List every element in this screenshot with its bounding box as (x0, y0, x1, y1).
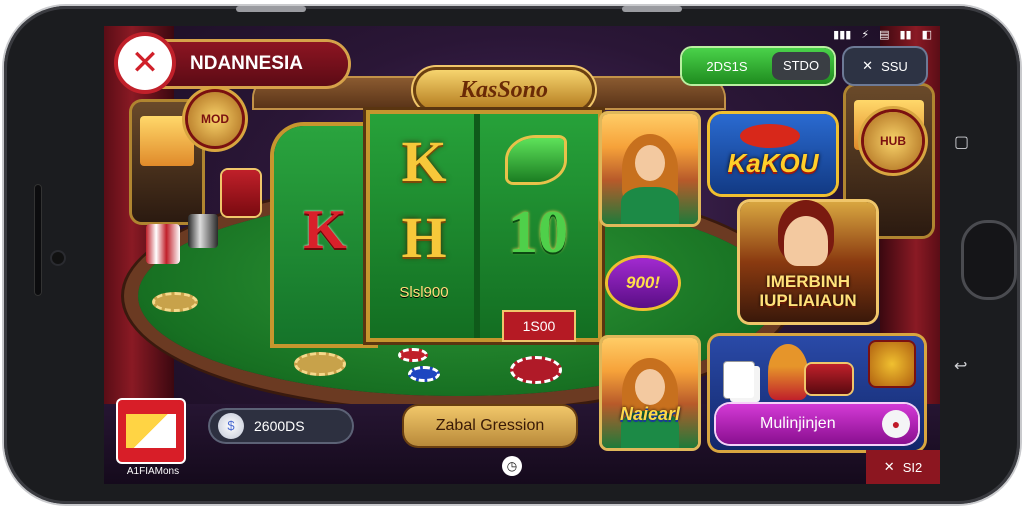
chip-icon (398, 348, 428, 362)
power-button (622, 6, 682, 12)
signal-icon: ▮▮▮ (833, 28, 852, 41)
close-icon[interactable]: ✕ (118, 36, 172, 90)
wifi-icon: ▤ (879, 28, 890, 41)
game-screen: ▮▮▮ ⚡ ▤ ▮▮ ◧ ✕ NDANNESIA 2DS1S STDO ✕ SS… (104, 26, 940, 484)
multiplayer-card[interactable]: Mulinjinjen ● (710, 336, 924, 450)
tools-button[interactable]: ✕ SI2 (866, 450, 940, 484)
clock-icon[interactable]: ◷ (502, 456, 522, 476)
reel-symbol-h: H (401, 205, 447, 270)
reel-frame[interactable]: K H 10 Slsl900 (370, 114, 598, 338)
game-tile-kakou[interactable]: KaKOU (710, 114, 836, 194)
chip-icon (294, 352, 346, 376)
status-bar: ▮▮▮ ⚡ ▤ ▮▮ ◧ (833, 28, 932, 41)
region-label: NDANNESIA (190, 53, 303, 74)
chest-icon (806, 364, 852, 394)
reel-value: Slsl900 (399, 284, 449, 301)
reel-symbol-10: 10 (508, 199, 568, 265)
bars-icon: ▮▮ (899, 28, 912, 41)
main-action-button[interactable]: Zabal Gression (404, 406, 576, 446)
lady-portrait-icon (784, 216, 828, 266)
reel-symbol-k: K (401, 129, 447, 194)
reel-symbol-k: K (303, 199, 347, 261)
leaf-symbol-icon (508, 138, 564, 182)
coin-balance[interactable]: $ 2600DS (210, 410, 352, 442)
left-emblem-badge[interactable]: MOD (188, 92, 242, 146)
deposit-button[interactable]: STDO (772, 52, 830, 80)
speaker-grill (34, 184, 42, 296)
tools-icon: ✕ (862, 58, 874, 73)
tools-icon: ✕ (883, 459, 895, 474)
game-tile-kakou-label: KaKOU (727, 148, 819, 178)
drink-cup-icon (222, 170, 260, 216)
charge-icon: ⚡ (861, 28, 870, 41)
game-card-label: Naiearl (619, 404, 681, 424)
dice-icon (188, 214, 218, 248)
settings-pill[interactable]: ✕ SSU (844, 48, 926, 84)
reel-bet-value: 1S00 (504, 312, 574, 340)
promo-badge[interactable]: 900! (608, 258, 678, 308)
home-button[interactable] (961, 220, 1017, 300)
chip-icon (408, 366, 440, 382)
recent-apps-icon[interactable]: ▢ (954, 132, 969, 151)
multiplayer-button-label: Mulinjinjen (760, 415, 836, 432)
multiplayer-button[interactable]: Mulinjinjen ● (716, 404, 918, 444)
tools-label: SI2 (902, 459, 923, 475)
mail-icon[interactable] (118, 400, 184, 462)
right-emblem-badge[interactable]: HUB (864, 112, 922, 170)
chip-icon (152, 292, 198, 312)
trophy-icon (870, 342, 914, 386)
balance-value: 2DS1S (706, 58, 748, 74)
side-reel-board: K (274, 126, 374, 344)
settings-label: SSU (881, 58, 908, 74)
chip-icon (510, 356, 562, 384)
game-title: KasSono (416, 70, 592, 110)
promo-banner[interactable]: IMERBINH IUPLIAIAUN (740, 202, 876, 322)
region-selector[interactable]: ✕ NDANNESIA (118, 36, 348, 90)
promo-banner-text: IMERBINH IUPLIAIAUN (759, 272, 857, 310)
dice-icon (146, 224, 180, 264)
battery-icon: ◧ (921, 28, 932, 41)
play-icon: ● (882, 410, 910, 438)
playing-cards-icon (724, 362, 754, 398)
game-card-naiearl[interactable]: Naiearl (602, 338, 698, 448)
coin-icon: $ (218, 413, 244, 439)
mail-label: A1FIAMons (126, 466, 180, 477)
back-icon[interactable]: ↩ (954, 356, 967, 375)
player-avatar (768, 344, 808, 400)
coin-value: 2600DS (254, 418, 305, 434)
balance-pill[interactable]: 2DS1S STDO (682, 48, 834, 84)
front-camera (52, 252, 64, 264)
volume-button (236, 6, 306, 12)
bird-icon (740, 124, 800, 148)
featured-game-card[interactable] (602, 114, 698, 224)
